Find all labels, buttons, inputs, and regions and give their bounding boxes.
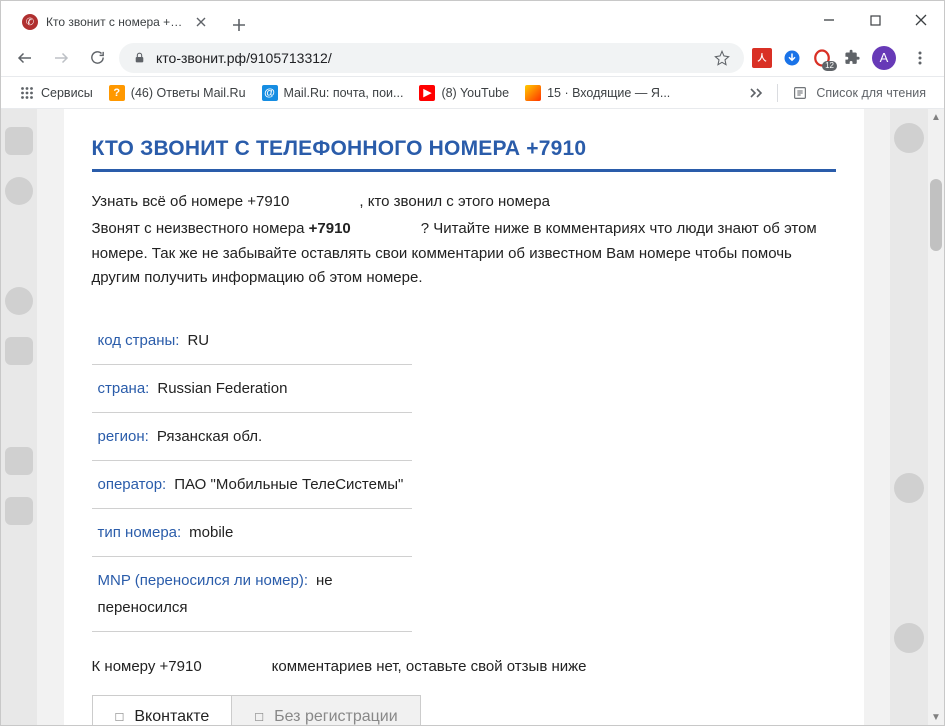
extensions-button[interactable] [842,48,862,68]
sidebar-glyph [5,337,33,365]
profile-avatar[interactable]: A [872,46,896,70]
mail-answers-icon: ? [109,85,125,101]
checkbox-icon: ☐ [254,711,264,724]
bookmark-label: Mail.Ru: почта, пои... [284,86,404,100]
tab-title: Кто звонит с номера +79105713 [46,15,186,29]
info-row-region: регион:Рязанская обл. [92,413,412,461]
youtube-icon: ▶ [419,85,435,101]
sidebar-glyph [894,623,924,653]
sidebar-glyph [894,123,924,153]
bookmarks-bar: Сервисы ? (46) Ответы Mail.Ru @ Mail.Ru: п… [1,77,944,109]
bookmark-mailru[interactable]: @ Mail.Ru: почта, пои... [256,83,410,103]
info-row-operator: оператор:ПАО "Мобильные ТелеСистемы" [92,461,412,509]
reload-button[interactable] [83,44,111,72]
bookmark-yandex-inbox[interactable]: 15 · Входящие — Я... [519,83,676,103]
new-tab-button[interactable] [225,11,253,39]
sidebar-glyph [5,497,33,525]
page-content: КТО ЗВОНИТ С ТЕЛЕФОННОГО НОМЕРА +7910 Уз… [64,109,864,725]
star-icon[interactable] [714,50,730,66]
window-controls [806,1,944,39]
checkbox-icon: ☐ [115,711,125,724]
apps-icon [19,85,35,101]
bookmark-label: (8) YouTube [441,86,509,100]
extension-opera-icon[interactable]: 12 [812,48,832,68]
sidebar-glyph [5,447,33,475]
content-area: КТО ЗВОНИТ С ТЕЛЕФОННОГО НОМЕРА +7910 Уз… [37,109,890,725]
browser-window: ✆ Кто звонит с номера +79105713 кто-звон… [0,0,945,726]
tab-vkontakte[interactable]: ☐Вконтакте [92,695,233,725]
reading-list-icon [792,85,808,101]
extension-pdf-icon[interactable]: 人 [752,48,772,68]
viewport: КТО ЗВОНИТ С ТЕЛЕФОННОГО НОМЕРА +7910 Уз… [1,109,944,725]
url-text: кто-звонит.рф/9105713312/ [156,50,704,66]
info-row-country-code: код страны:RU [92,317,412,365]
forward-button[interactable] [47,44,75,72]
comments-empty-line: К номеру +7910комментариев нет, оставьте… [92,658,836,675]
sidebar-glyph [5,127,33,155]
minimize-button[interactable] [806,1,852,39]
address-bar[interactable]: кто-звонит.рф/9105713312/ [119,43,744,73]
intro-line-1: Узнать всё об номере +7910, кто звонил с… [92,190,836,215]
scroll-thumb[interactable] [930,179,942,251]
browser-tab[interactable]: ✆ Кто звонит с номера +79105713 [9,5,219,39]
intro-line-2: Звонят с неизвестного номера +7910? Чита… [92,217,836,291]
sidebar-glyph [894,473,924,503]
scroll-down-arrow[interactable]: ▼ [928,709,944,725]
bookmark-label: 15 · Входящие — Я... [547,86,670,100]
mailru-icon: @ [262,85,278,101]
reading-list-button[interactable]: Список для чтения [786,83,932,103]
extension-download-icon[interactable] [782,48,802,68]
favicon-icon: ✆ [22,14,38,30]
titlebar: ✆ Кто звонит с номера +79105713 [1,1,944,39]
toolbar-right: 人 12 A [752,44,934,72]
bookmark-label: Сервисы [41,86,93,100]
vertical-scrollbar[interactable]: ▲ ▼ [928,109,944,725]
info-table: код страны:RU страна:Russian Federation … [92,317,412,632]
bookmark-youtube[interactable]: ▶ (8) YouTube [413,83,515,103]
sidebar-glyph [5,177,33,205]
yandex-icon [525,85,541,101]
back-button[interactable] [11,44,39,72]
tab-strip: ✆ Кто звонит с номера +79105713 [1,1,806,39]
close-window-button[interactable] [898,1,944,39]
menu-button[interactable] [906,44,934,72]
comment-tabs: ☐Вконтакте ☐Без регистрации [92,695,836,725]
info-row-mnp: MNP (переносился ли номер):не переносилс… [92,557,412,632]
sidebar-glyph [5,287,33,315]
bookmarks-overflow-button[interactable] [743,85,769,101]
extension-badge: 12 [822,61,837,71]
close-tab-icon[interactable] [194,15,208,29]
bookmark-label: (46) Ответы Mail.Ru [131,86,246,100]
apps-shortcut[interactable]: Сервисы [13,83,99,103]
toolbar: кто-звонит.рф/9105713312/ 人 12 A [1,39,944,77]
reading-list-label: Список для чтения [816,86,926,100]
divider [777,84,778,102]
tab-no-registration[interactable]: ☐Без регистрации [232,695,420,725]
scroll-up-arrow[interactable]: ▲ [928,109,944,125]
info-row-number-type: тип номера:mobile [92,509,412,557]
lock-icon [133,51,146,64]
left-sidebar-strip [1,109,37,725]
right-sidebar-strip [890,109,928,725]
page-title: КТО ЗВОНИТ С ТЕЛЕФОННОГО НОМЕРА +7910 [92,137,836,172]
info-row-country: страна:Russian Federation [92,365,412,413]
bookmark-mail-answers[interactable]: ? (46) Ответы Mail.Ru [103,83,252,103]
maximize-button[interactable] [852,1,898,39]
